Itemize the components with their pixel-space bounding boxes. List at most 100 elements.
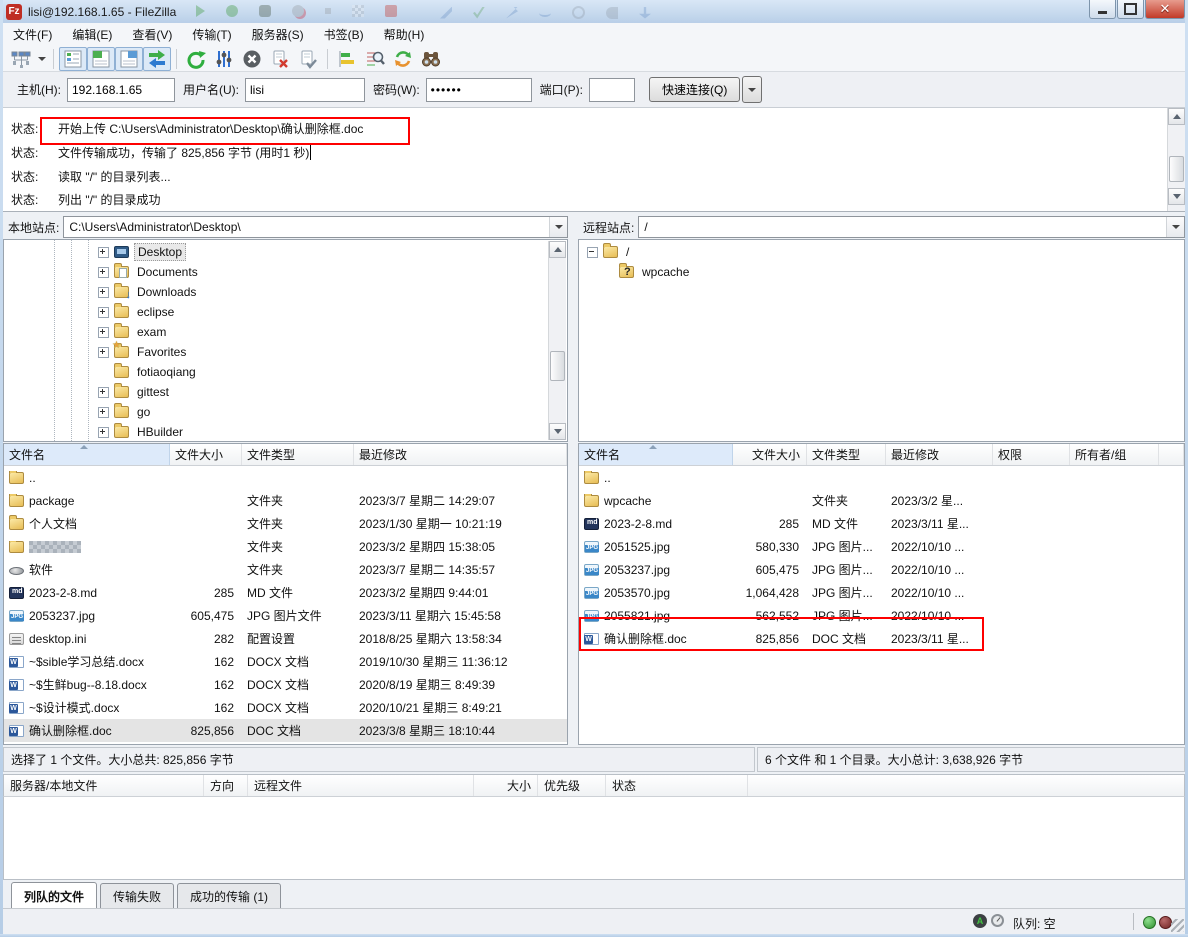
scroll-thumb[interactable] xyxy=(1169,156,1184,182)
directory-comparison-button[interactable] xyxy=(333,47,361,71)
file-row[interactable]: 2023-2-8.md285MD 文件2023/3/11 星... xyxy=(579,512,1184,535)
menu-view[interactable]: 查看(V) xyxy=(122,23,182,46)
host-input[interactable] xyxy=(67,78,175,102)
transfer-mode-gear-icon[interactable]: A xyxy=(973,914,987,928)
tree-item-exam[interactable]: exam xyxy=(98,322,169,342)
local-file-list[interactable]: 文件名 文件大小 文件类型 最近修改 .. package文件夹2023/3/7… xyxy=(3,443,568,745)
queue-column-priority[interactable]: 优先级 xyxy=(538,775,606,796)
file-row[interactable]: package文件夹2023/3/7 星期二 14:29:07 xyxy=(4,489,567,512)
menu-server[interactable]: 服务器(S) xyxy=(242,23,314,46)
remote-site-combobox[interactable]: / xyxy=(638,216,1185,238)
maximize-button[interactable] xyxy=(1117,0,1144,19)
file-row[interactable]: wpcache文件夹2023/3/2 星... xyxy=(579,489,1184,512)
minimize-button[interactable] xyxy=(1089,0,1116,19)
tree-item-hbuilder[interactable]: HBuilder xyxy=(98,422,186,442)
site-manager-button[interactable] xyxy=(7,47,35,71)
toggle-local-tree-button[interactable] xyxy=(87,47,115,71)
scroll-up-button[interactable] xyxy=(549,241,566,258)
scroll-down-button[interactable] xyxy=(549,423,566,440)
scroll-down-button[interactable] xyxy=(1168,188,1185,205)
tree-item-downloads[interactable]: Downloads xyxy=(98,282,199,302)
queue-body[interactable] xyxy=(3,797,1185,880)
username-input[interactable] xyxy=(245,78,365,102)
expand-icon[interactable] xyxy=(98,267,109,278)
quickconnect-button[interactable]: 快速连接(Q) xyxy=(649,77,740,102)
expand-icon[interactable] xyxy=(98,427,109,438)
file-row[interactable]: 个人文档文件夹2023/1/30 星期一 10:21:19 xyxy=(4,512,567,535)
queue-column-server-local[interactable]: 服务器/本地文件 xyxy=(4,775,204,796)
close-button[interactable]: ✕ xyxy=(1145,0,1185,19)
port-input[interactable] xyxy=(589,78,635,102)
file-row[interactable]: ~$设计模式.docx162DOCX 文档2020/10/21 星期三 8:49… xyxy=(4,696,567,719)
local-directory-tree[interactable]: Desktop Documents Downloads eclipse exam… xyxy=(3,239,568,442)
file-row[interactable]: 2053570.jpg1,064,428JPG 图片...2022/10/10 … xyxy=(579,581,1184,604)
file-row[interactable]: ~$sible学习总结.docx162DOCX 文档2019/10/30 星期三… xyxy=(4,650,567,673)
remote-file-list[interactable]: 文件名 文件大小 文件类型 最近修改 权限 所有者/组 .. wpcache文件… xyxy=(578,443,1185,745)
tree-item-wpcache[interactable]: wpcache xyxy=(619,262,692,282)
scroll-up-button[interactable] xyxy=(1168,108,1185,125)
column-header-filetype[interactable]: 文件类型 xyxy=(242,444,354,465)
local-tree-scrollbar[interactable] xyxy=(548,241,566,440)
titlebar[interactable]: Fz lisi@192.168.1.65 - FileZilla ✕ xyxy=(0,0,1188,23)
tree-item-root[interactable]: / xyxy=(587,242,632,262)
tree-item-desktop[interactable]: Desktop xyxy=(98,242,186,262)
remote-directory-tree[interactable]: / wpcache xyxy=(578,239,1185,442)
queue-column-status[interactable]: 状态 xyxy=(606,775,748,796)
queue-column-remote-file[interactable]: 远程文件 xyxy=(248,775,474,796)
directory-filter-button[interactable] xyxy=(361,47,389,71)
expand-icon[interactable] xyxy=(98,307,109,318)
menu-edit[interactable]: 编辑(E) xyxy=(62,23,122,46)
expand-icon[interactable] xyxy=(98,247,109,258)
tree-item-documents[interactable]: Documents xyxy=(98,262,201,282)
file-row-parent[interactable]: .. xyxy=(579,466,1184,489)
refresh-button[interactable] xyxy=(182,47,210,71)
find-files-button[interactable] xyxy=(417,47,445,71)
column-header-filename[interactable]: 文件名 xyxy=(579,444,733,465)
column-header-owner-group[interactable]: 所有者/组 xyxy=(1070,444,1159,465)
quickconnect-dropdown[interactable] xyxy=(742,76,762,103)
resize-grip[interactable] xyxy=(1171,919,1184,932)
tab-failed-transfers[interactable]: 传输失败 xyxy=(100,883,174,910)
scroll-thumb[interactable] xyxy=(550,351,565,381)
expand-icon[interactable] xyxy=(98,347,109,358)
toggle-message-log-button[interactable] xyxy=(59,47,87,71)
menu-file[interactable]: 文件(F) xyxy=(3,23,62,46)
log-scrollbar[interactable] xyxy=(1167,108,1185,211)
file-row[interactable]: 2053237.jpg605,475JPG 图片文件2023/3/11 星期六 … xyxy=(4,604,567,627)
file-row[interactable]: 2055821.jpg562,552JPG 图片...2022/10/10 ..… xyxy=(579,604,1184,627)
expand-icon[interactable] xyxy=(98,407,109,418)
toggle-transfer-queue-button[interactable] xyxy=(143,47,171,71)
column-header-modified[interactable]: 最近修改 xyxy=(354,444,567,465)
tree-item-go[interactable]: go xyxy=(98,402,153,422)
tree-item-fotiaoqiang[interactable]: fotiaoqiang xyxy=(98,362,199,382)
queue-column-direction[interactable]: 方向 xyxy=(204,775,248,796)
column-header-modified[interactable]: 最近修改 xyxy=(886,444,993,465)
menu-help[interactable]: 帮助(H) xyxy=(374,23,435,46)
collapse-icon[interactable] xyxy=(587,247,598,258)
disconnect-button[interactable] xyxy=(266,47,294,71)
column-header-filetype[interactable]: 文件类型 xyxy=(807,444,886,465)
column-header-filesize[interactable]: 文件大小 xyxy=(170,444,242,465)
combo-dropdown-button[interactable] xyxy=(549,217,567,237)
file-row[interactable]: 文件夹2023/3/2 星期四 15:38:05 xyxy=(4,535,567,558)
queue-column-size[interactable]: 大小 xyxy=(474,775,538,796)
expand-icon[interactable] xyxy=(98,387,109,398)
tab-successful-transfers[interactable]: 成功的传输 (1) xyxy=(177,883,281,910)
combo-dropdown-button[interactable] xyxy=(1166,217,1184,237)
file-row[interactable]: ~$生鲜bug--8.18.docx162DOCX 文档2020/8/19 星期… xyxy=(4,673,567,696)
file-row[interactable]: 软件文件夹2023/3/7 星期二 14:35:57 xyxy=(4,558,567,581)
column-header-filesize[interactable]: 文件大小 xyxy=(733,444,807,465)
synchronized-browsing-button[interactable] xyxy=(389,47,417,71)
expand-icon[interactable] xyxy=(98,327,109,338)
column-header-permissions[interactable]: 权限 xyxy=(993,444,1070,465)
tab-queued-files[interactable]: 列队的文件 xyxy=(11,882,97,910)
tree-item-favorites[interactable]: Favorites xyxy=(98,342,189,362)
file-row[interactable]: 2023-2-8.md285MD 文件2023/3/2 星期四 9:44:01 xyxy=(4,581,567,604)
file-row-selected[interactable]: 确认删除框.doc825,856DOC 文档2023/3/8 星期三 18:10… xyxy=(4,719,567,742)
speed-limit-icon[interactable] xyxy=(991,914,1004,927)
cancel-button[interactable] xyxy=(238,47,266,71)
menu-transfer[interactable]: 传输(T) xyxy=(182,23,241,46)
reconnect-button[interactable] xyxy=(294,47,322,71)
expand-icon[interactable] xyxy=(98,287,109,298)
toggle-remote-tree-button[interactable] xyxy=(115,47,143,71)
